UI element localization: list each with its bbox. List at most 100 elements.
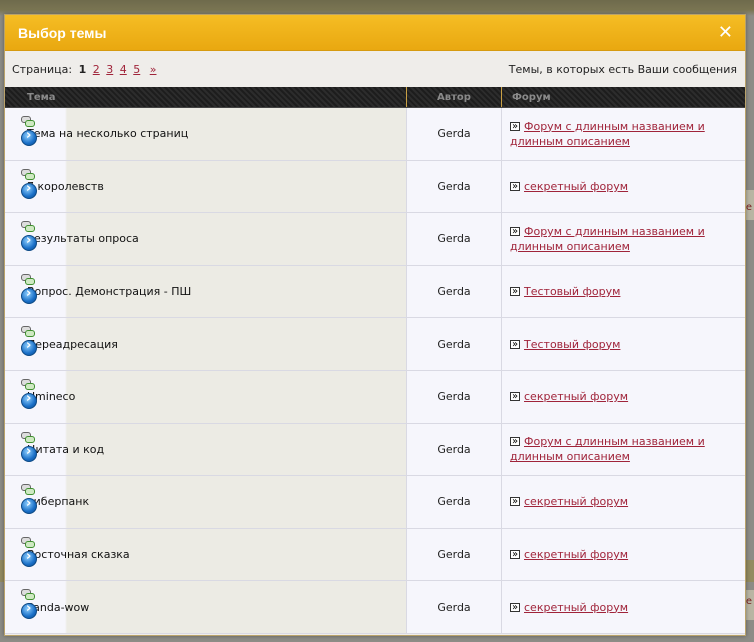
background-side-text: е [745,202,752,213]
forum-arrow-icon [510,547,520,562]
table-row[interactable]: Тема на несколько страниц Gerda Форум с … [5,108,745,161]
column-header-forum[interactable]: Форум [502,87,745,107]
go-arrow-icon [21,181,37,199]
topic-status-icon [21,378,43,409]
topic-title[interactable]: Вопрос. Демонстрация - ПШ [27,285,191,298]
table-row[interactable]: Panda-wow Gerda секретный форум [5,581,745,634]
forum-link[interactable]: Тестовый форум [524,338,620,351]
page-link-5[interactable]: 5 [133,63,140,76]
go-arrow-icon [21,286,37,304]
link-chain-icon [21,273,35,286]
table-row[interactable]: киберпанк Gerda секретный форум [5,476,745,529]
background-side-text: е [745,596,752,607]
forum-arrow-icon [510,337,520,352]
go-arrow-icon [21,601,37,620]
forum-arrow-icon [510,119,520,134]
forum-link[interactable]: секретный форум [524,601,628,614]
link-chain-icon [21,431,35,444]
forum-cell: секретный форум [502,161,745,213]
topic-status-icon [21,168,43,199]
page-link-2[interactable]: 2 [93,63,100,76]
page-link-4[interactable]: 4 [120,63,127,76]
author-cell: Gerda [407,265,502,318]
link-chain-icon [21,168,35,181]
go-arrow-icon [21,549,37,567]
forum-link[interactable]: секретный форум [524,390,628,403]
forum-wrap: секретный форум [510,600,628,615]
link-chain-icon [21,221,35,233]
forum-cell: Форум с длинным названием и длинным опис… [502,424,745,476]
forum-arrow-icon [510,494,520,509]
topic-cell[interactable]: Восточная сказка [5,528,407,581]
forum-cell: секретный форум [502,581,745,633]
topic-title[interactable]: Тема на несколько страниц [27,127,188,140]
forum-link[interactable]: Форум с длинным названием и длинным опис… [510,120,705,148]
link-chain-icon [21,536,35,549]
forum-link[interactable]: секретный форум [524,180,628,193]
forum-link[interactable]: Форум с длинным названием и длинным опис… [510,435,705,463]
pagination: Страница: 1 2 3 4 5 » [12,63,159,76]
go-arrow-icon [21,233,37,252]
topic-status-icon [21,589,43,620]
page-label: Страница: [12,62,73,76]
dialog-toolbar: Страница: 1 2 3 4 5 » Темы, в которых ес… [5,51,745,87]
forum-cell: Форум с длинным названием и длинным опис… [502,108,745,160]
topic-status-icon [21,273,43,304]
forum-link[interactable]: секретный форум [524,495,628,508]
topic-cell[interactable]: киберпанк [5,476,407,528]
forum-link[interactable]: Тестовый форум [524,285,620,298]
table-row[interactable]: Umineco Gerda секретный форум [5,370,745,424]
column-header-author[interactable]: Автор [407,87,502,107]
author-cell: Gerda [407,160,502,213]
forum-wrap: секретный форум [510,547,628,562]
link-chain-icon [21,484,35,496]
forum-wrap: Форум с длинным названием и длинным опис… [510,224,725,254]
forum-arrow-icon [510,600,520,615]
go-arrow-icon [21,128,37,146]
column-header-topic[interactable]: Тема [5,87,407,107]
topic-cell[interactable]: Panda-wow [5,581,407,633]
page-current: 1 [78,62,87,76]
table-row[interactable]: Вопрос. Демонстрация - ПШ Gerda Тестовый… [5,265,745,319]
page-link-3[interactable]: 3 [106,63,113,76]
table-row[interactable]: Цитата и код Gerda Форум с длинным назва… [5,423,745,477]
go-arrow-icon [21,444,37,462]
topic-cell[interactable]: Umineco [5,370,407,423]
dialog-titlebar: Выбор темы ✕ [5,15,745,51]
forum-arrow-icon [510,179,520,194]
forum-arrow-icon [510,434,520,449]
forum-link[interactable]: секретный форум [524,548,628,561]
forum-arrow-icon [510,284,520,299]
topic-cell[interactable]: Вопрос. Демонстрация - ПШ [5,265,407,318]
forum-link[interactable]: Форум с длинным названием и длинным опис… [510,225,705,253]
link-chain-icon [21,589,35,601]
forum-cell: Тестовый форум [502,266,745,318]
close-icon[interactable]: ✕ [718,23,733,42]
page-next-link[interactable]: » [150,63,157,76]
topic-cell[interactable]: Цитата и код [5,423,407,476]
topic-status-icon [21,536,43,567]
dialog-title: Выбор темы [18,24,107,41]
author-cell: Gerda [407,423,502,476]
author-cell: Gerda [407,213,502,265]
forum-wrap: Тестовый форум [510,337,620,352]
topic-cell[interactable]: результаты опроса [5,213,407,265]
table-row[interactable]: 7 королевств Gerda секретный форум [5,160,745,214]
topic-title[interactable]: результаты опроса [27,232,139,245]
table-row[interactable]: Восточная сказка Gerda секретный форум [5,528,745,582]
author-cell: Gerda [407,108,502,160]
forum-wrap: секретный форум [510,179,628,194]
table-row[interactable]: Переадресация Gerda Тестовый форум [5,318,745,371]
topic-cell[interactable]: Переадресация [5,318,407,370]
author-cell: Gerda [407,476,502,528]
topic-cell[interactable]: Тема на несколько страниц [5,108,407,160]
forum-wrap: Тестовый форум [510,284,620,299]
go-arrow-icon [21,496,37,515]
table-row[interactable]: результаты опроса Gerda Форум с длинным … [5,213,745,266]
topic-status-icon [21,221,43,252]
topics-table: Тема Автор Форум Тема на несколько стран… [5,87,745,634]
topic-status-icon [21,431,43,462]
forum-wrap: секретный форум [510,494,628,509]
topic-status-icon [21,326,43,357]
topic-cell[interactable]: 7 королевств [5,160,407,213]
